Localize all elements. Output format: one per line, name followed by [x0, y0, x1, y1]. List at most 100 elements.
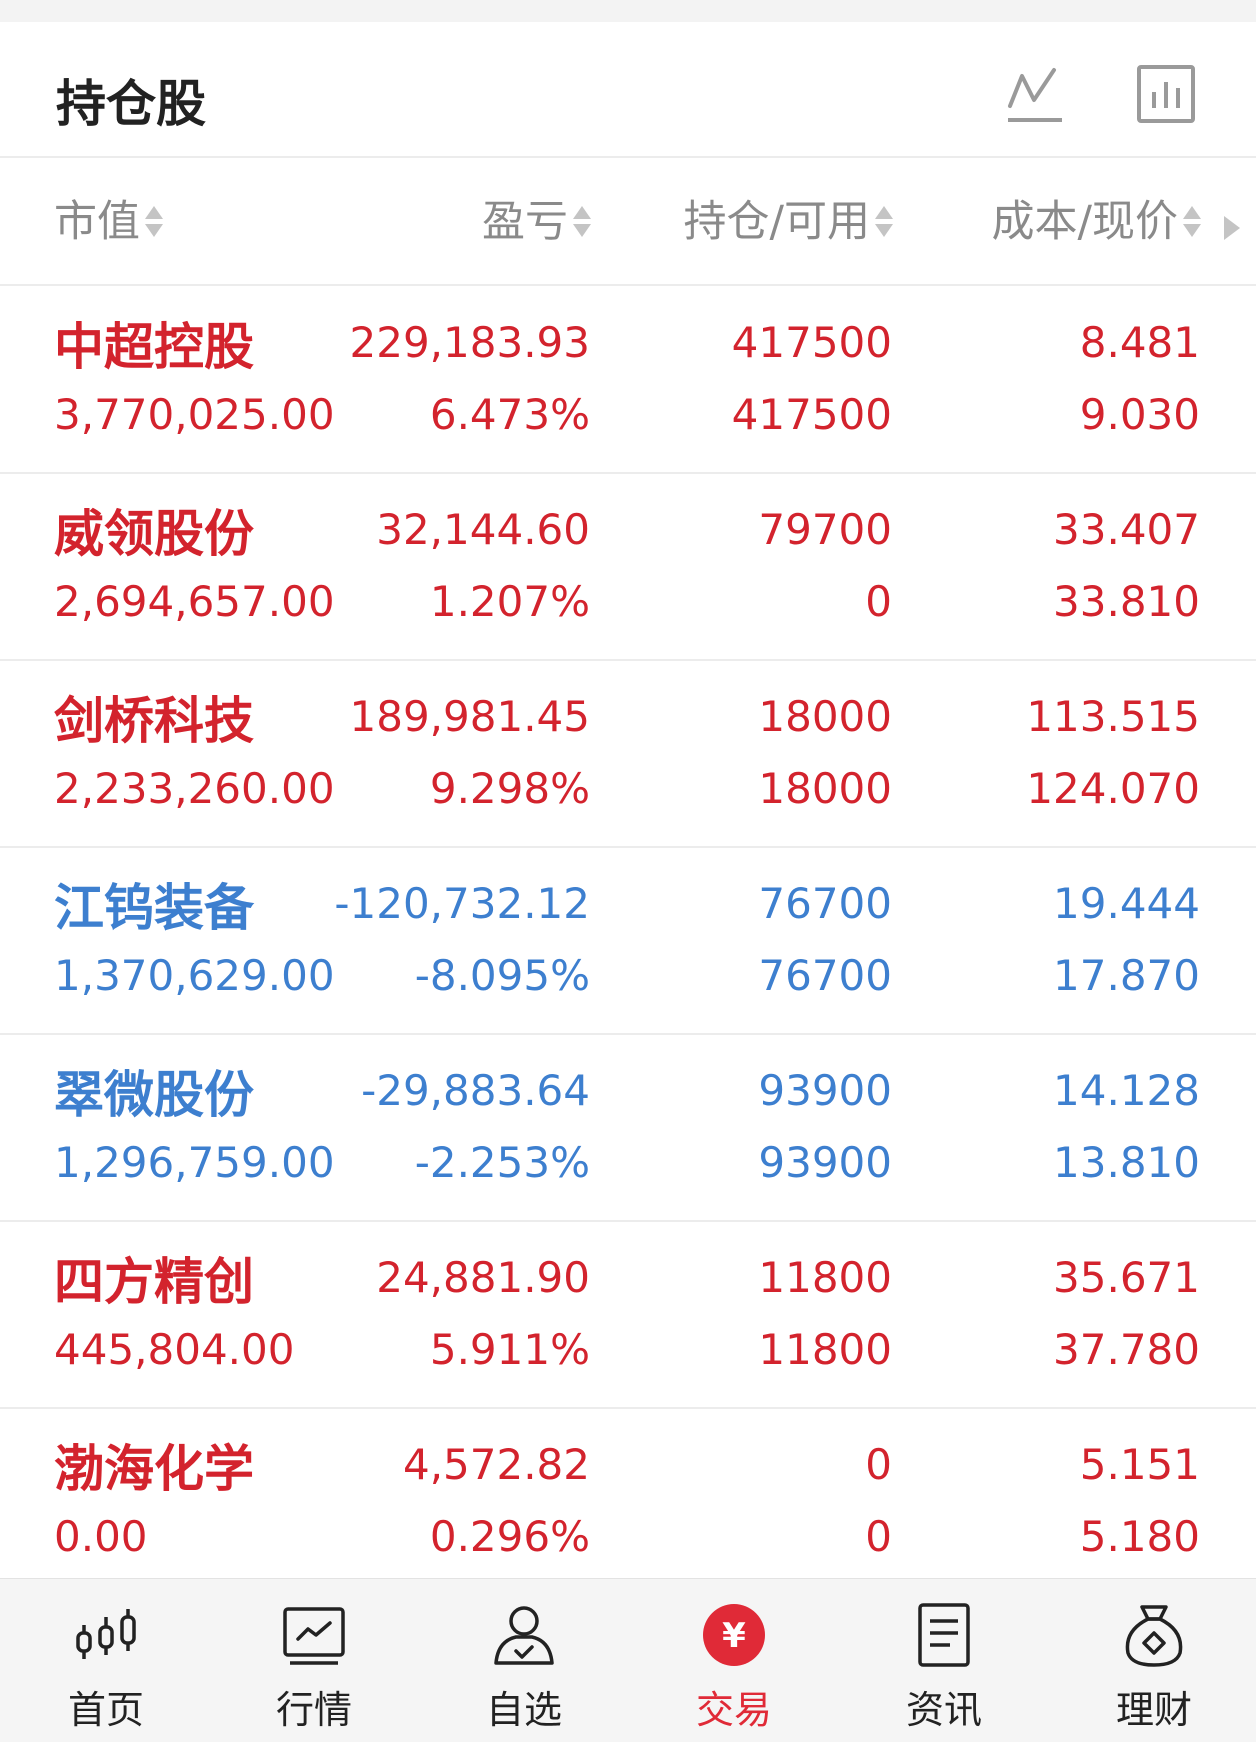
page-title: 持仓股 [56, 75, 206, 133]
current-price: 37.780 [1053, 1325, 1200, 1374]
stock-name: 剑桥科技 [54, 692, 254, 750]
profit-loss-percent: 5.911% [429, 1325, 590, 1374]
market-value: 3,770,025.00 [54, 390, 335, 439]
position-quantity: 79700 [758, 505, 892, 554]
position-quantity: 0 [865, 1440, 892, 1489]
cost-price: 19.444 [1053, 879, 1200, 928]
yuan-icon: ¥ [703, 1604, 765, 1666]
tab-watchlist[interactable]: 自选 [444, 1579, 604, 1742]
tab-wealth[interactable]: 理财 [1074, 1579, 1234, 1742]
news-document-icon [918, 1603, 970, 1667]
holding-row[interactable]: 翠微股份 1,296,759.00 -29,883.64 -2.253% 93900 93… [0, 1034, 1256, 1222]
position-quantity: 18000 [758, 692, 892, 741]
market-value: 2,694,657.00 [54, 577, 335, 626]
stock-name: 渤海化学 [54, 1440, 254, 1498]
stock-name: 中超控股 [54, 318, 254, 376]
column-header: 市值 盈亏 持仓/可用 成本/现价 [0, 158, 1256, 286]
market-value: 1,370,629.00 [54, 951, 335, 1000]
position-quantity: 417500 [731, 318, 892, 367]
available-quantity: 0 [865, 1512, 892, 1561]
market-value: 1,296,759.00 [54, 1138, 335, 1187]
current-price: 9.030 [1079, 390, 1200, 439]
profit-loss-percent: 1.207% [429, 577, 590, 626]
stock-name: 四方精创 [54, 1253, 254, 1311]
profit-loss-amount: 189,981.45 [349, 692, 590, 741]
holding-row[interactable]: 四方精创 445,804.00 24,881.90 5.911% 11800 11800 3… [0, 1221, 1256, 1409]
position-quantity: 76700 [758, 879, 892, 928]
available-quantity: 11800 [758, 1325, 892, 1374]
cost-price: 113.515 [1026, 692, 1200, 741]
current-price: 17.870 [1053, 951, 1200, 1000]
available-quantity: 0 [865, 577, 892, 626]
sort-cost-price[interactable]: 成本/现价 [992, 200, 1203, 244]
cost-price: 5.151 [1079, 1440, 1200, 1489]
tab-label: 资讯 [905, 1688, 982, 1732]
bar-chart-icon[interactable] [1134, 62, 1198, 126]
profit-loss-amount: 32,144.60 [376, 505, 590, 554]
stock-name: 威领股份 [54, 505, 254, 563]
profit-loss-percent: 6.473% [429, 390, 590, 439]
column-label: 盈亏 [482, 196, 568, 247]
stock-name: 翠微股份 [54, 1066, 254, 1124]
current-price: 33.810 [1053, 577, 1200, 626]
tab-label: 首页 [67, 1688, 144, 1732]
bottom-tab-bar: 首页 行情 自选 ¥ 交易 资讯 理财 [0, 1578, 1256, 1742]
cost-price: 14.128 [1053, 1066, 1200, 1115]
current-price: 5.180 [1079, 1512, 1200, 1561]
profit-loss-percent: 0.296% [429, 1512, 590, 1561]
candlestick-icon [76, 1609, 136, 1659]
holding-row[interactable]: 威领股份 2,694,657.00 32,144.60 1.207% 79700 0 33.… [0, 473, 1256, 661]
profit-loss-percent: 9.298% [429, 764, 590, 813]
cost-price: 33.407 [1053, 505, 1200, 554]
tab-label: 理财 [1115, 1688, 1192, 1732]
sort-profit-loss[interactable]: 盈亏 [482, 200, 592, 244]
column-label: 持仓/可用 [683, 196, 871, 247]
holdings-panel: 持仓股 市值 盈亏 持仓/可用 成本/现价 中超控股 3,770,025.00 … [0, 22, 1256, 1596]
profit-loss-amount: 24,881.90 [376, 1253, 590, 1302]
market-value: 445,804.00 [54, 1325, 295, 1374]
sort-arrows-icon [572, 200, 592, 244]
sort-arrows-icon [874, 200, 894, 244]
profit-loss-percent: -8.095% [414, 951, 590, 1000]
tab-trade[interactable]: ¥ 交易 [654, 1579, 814, 1742]
column-label: 市值 [54, 196, 140, 247]
scroll-right-arrow-icon[interactable] [1224, 216, 1240, 240]
tab-home[interactable]: 首页 [26, 1579, 186, 1742]
position-quantity: 93900 [758, 1066, 892, 1115]
holding-row[interactable]: 江钨装备 1,370,629.00 -120,732.12 -8.095% 76700 7… [0, 847, 1256, 1035]
column-label: 成本/现价 [991, 196, 1179, 247]
svg-text:¥: ¥ [722, 1616, 746, 1656]
position-quantity: 11800 [758, 1253, 892, 1302]
panel-header: 持仓股 [0, 22, 1256, 158]
tab-label: 行情 [275, 1688, 352, 1732]
current-price: 124.070 [1026, 764, 1200, 813]
available-quantity: 93900 [758, 1138, 892, 1187]
available-quantity: 76700 [758, 951, 892, 1000]
user-check-icon [494, 1606, 554, 1665]
available-quantity: 18000 [758, 764, 892, 813]
cost-price: 35.671 [1053, 1253, 1200, 1302]
profit-loss-amount: -29,883.64 [361, 1066, 590, 1115]
money-bag-icon [1125, 1605, 1183, 1667]
holding-row[interactable]: 渤海化学 0.00 4,572.82 0.296% 0 0 5.151 5.180 [0, 1408, 1256, 1596]
tab-label: 自选 [485, 1688, 562, 1732]
line-chart-icon[interactable] [1004, 62, 1068, 126]
tab-news[interactable]: 资讯 [864, 1579, 1024, 1742]
stock-name: 江钨装备 [54, 879, 254, 937]
holding-row[interactable]: 中超控股 3,770,025.00 229,183.93 6.473% 417500 41… [0, 286, 1256, 474]
tab-market[interactable]: 行情 [234, 1579, 394, 1742]
sort-market-value[interactable]: 市值 [54, 200, 164, 244]
current-price: 13.810 [1053, 1138, 1200, 1187]
sort-arrows-icon [1182, 200, 1202, 244]
profit-loss-percent: -2.253% [414, 1138, 590, 1187]
holding-row[interactable]: 剑桥科技 2,233,260.00 189,981.45 9.298% 18000 180… [0, 660, 1256, 848]
tab-label: 交易 [695, 1688, 772, 1732]
profit-loss-amount: 4,572.82 [402, 1440, 590, 1489]
profit-loss-amount: 229,183.93 [349, 318, 590, 367]
available-quantity: 417500 [731, 390, 892, 439]
sort-position-available[interactable]: 持仓/可用 [684, 200, 895, 244]
market-value: 0.00 [54, 1512, 148, 1561]
cost-price: 8.481 [1079, 318, 1200, 367]
market-value: 2,233,260.00 [54, 764, 335, 813]
market-chart-icon [283, 1607, 345, 1665]
